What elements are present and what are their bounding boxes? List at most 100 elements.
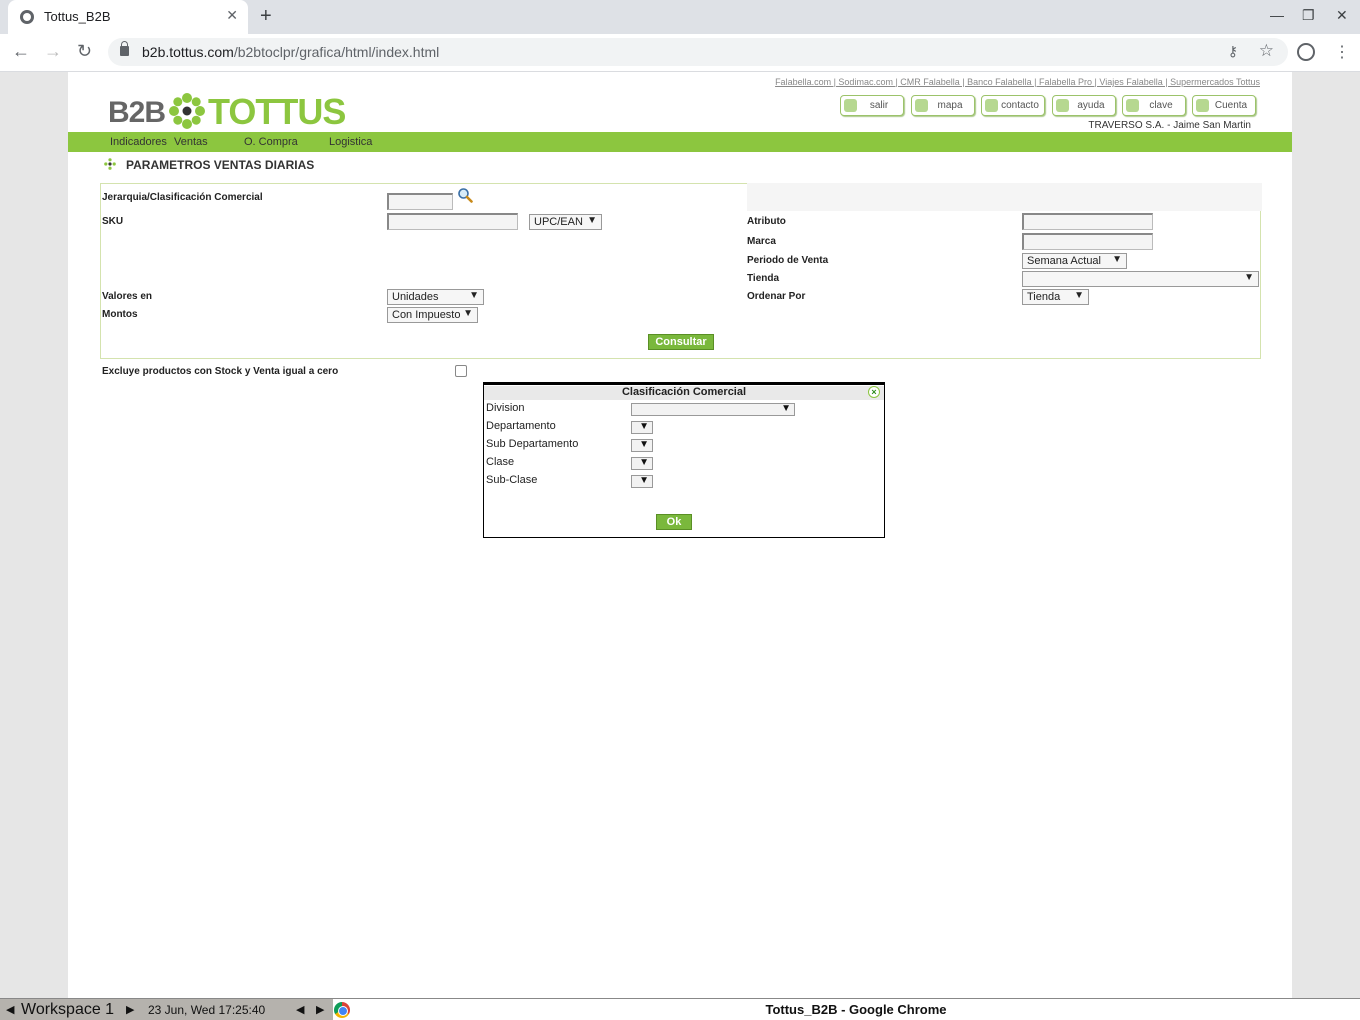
new-tab-icon[interactable]: + (260, 5, 272, 28)
restore-icon[interactable]: ❐ (1302, 7, 1315, 24)
dialog-title: Clasificación Comercial (484, 386, 884, 400)
ayuda-button[interactable]: ayuda (1052, 95, 1116, 116)
montos-select[interactable]: Con Impuesto ▼ (387, 307, 478, 323)
chevron-down-icon: ▼ (1074, 290, 1084, 301)
url-host: b2b.tottus.com (142, 44, 234, 60)
marca-label: Marca (747, 236, 776, 247)
clase-select[interactable]: ▼ (631, 457, 653, 470)
workspace-panel: ◀ Workspace 1 ▶ 23 Jun, Wed 17:25:40 ◀ ▶ (0, 999, 333, 1020)
tienda-select[interactable]: ▼ (1022, 271, 1259, 287)
window-title[interactable]: Tottus_B2B - Google Chrome (352, 1002, 1360, 1017)
jerarquia-label: Jerarquia/Clasificación Comercial (102, 192, 263, 203)
forward-arrow-icon[interactable]: → (44, 41, 62, 62)
periodo-value: Semana Actual (1027, 255, 1101, 267)
subdepartamento-label: Sub Departamento (486, 438, 579, 450)
close-icon[interactable]: × (868, 386, 880, 398)
chevron-down-icon: ▼ (639, 475, 649, 486)
salir-button[interactable]: salir (840, 95, 904, 116)
taskbar: ◀ Workspace 1 ▶ 23 Jun, Wed 17:25:40 ◀ ▶… (0, 998, 1360, 1020)
exclude-label: Excluye productos con Stock y Venta igua… (102, 366, 339, 377)
subdepartamento-select[interactable]: ▼ (631, 439, 653, 452)
montos-value: Con Impuesto (392, 309, 461, 321)
browser-toolbar: ← → ↻ b2b.tottus.com/b2btoclpr/grafica/h… (0, 34, 1360, 72)
valores-select[interactable]: Unidades ▼ (387, 289, 484, 305)
close-tab-icon[interactable]: ✕ (226, 7, 238, 24)
chevron-down-icon: ▼ (639, 439, 649, 450)
exclude-checkbox[interactable] (455, 365, 467, 377)
periodo-select[interactable]: Semana Actual ▼ (1022, 253, 1127, 269)
valores-label: Valores en (102, 291, 153, 302)
salir-label: salir (869, 100, 889, 111)
sku-input[interactable] (387, 213, 518, 230)
chevron-down-icon: ▼ (1112, 254, 1122, 265)
clasificacion-dialog: Clasificación Comercial × Division ▼ Dep… (483, 382, 885, 538)
next-window-icon[interactable]: ▶ (316, 1003, 324, 1016)
chevron-down-icon: ▼ (587, 215, 597, 226)
nav-item-logistica[interactable]: Logistica (329, 136, 372, 148)
nav-item-indicadores[interactable]: Indicadores (110, 136, 167, 148)
tab-title: Tottus_B2B (44, 9, 111, 24)
key-icon[interactable]: ⚷ (1228, 43, 1238, 60)
chevron-down-icon: ▼ (781, 403, 791, 414)
cuenta-button[interactable]: Cuenta (1192, 95, 1256, 116)
flower-bullet-icon (104, 158, 116, 170)
ok-button[interactable]: Ok (656, 514, 692, 530)
division-label: Division (486, 402, 525, 414)
ordenar-value: Tienda (1027, 291, 1061, 303)
logo-b2b: B2B (108, 96, 166, 129)
ordenar-label: Ordenar Por (747, 291, 806, 302)
departamento-label: Departamento (486, 420, 556, 432)
atributo-label: Atributo (747, 216, 786, 227)
subclase-select[interactable]: ▼ (631, 475, 653, 488)
jerarquia-input[interactable] (387, 193, 453, 210)
partner-links[interactable]: Falabella.com | Sodimac.com | CMR Falabe… (775, 77, 1260, 87)
division-select[interactable]: ▼ (631, 403, 795, 416)
marca-input[interactable] (1022, 233, 1153, 250)
browser-tab[interactable]: Tottus_B2B ✕ (8, 0, 248, 34)
clase-label: Clase (486, 456, 515, 468)
minimize-icon[interactable]: — (1270, 7, 1284, 23)
section-title: PARAMETROS VENTAS DIARIAS (126, 158, 315, 172)
chevron-down-icon: ▼ (463, 308, 473, 319)
prev-workspace-icon[interactable]: ◀ (6, 1003, 14, 1016)
clave-label: clave (1149, 100, 1173, 111)
next-workspace-icon[interactable]: ▶ (126, 1003, 134, 1016)
mapa-label: mapa (937, 100, 963, 111)
prev-window-icon[interactable]: ◀ (296, 1003, 304, 1016)
form-top-border (101, 183, 747, 184)
tottus-flower-icon (169, 93, 205, 129)
cuenta-label: Cuenta (1214, 100, 1248, 111)
search-icon[interactable] (457, 187, 473, 203)
window-close-icon[interactable]: ✕ (1336, 7, 1348, 24)
nav-item-ventas[interactable]: Ventas (174, 136, 208, 148)
chevron-down-icon: ▼ (1244, 272, 1254, 283)
chevron-down-icon: ▼ (639, 421, 649, 432)
back-arrow-icon[interactable]: ← (12, 41, 30, 62)
menu-dots-icon[interactable]: ⋮ (1334, 42, 1350, 62)
departamento-select[interactable]: ▼ (631, 421, 653, 434)
ordenar-select[interactable]: Tienda ▼ (1022, 289, 1089, 305)
mapa-button[interactable]: mapa (911, 95, 975, 116)
globe-icon (20, 10, 34, 24)
reload-icon[interactable]: ↻ (77, 41, 92, 62)
profile-icon[interactable] (1297, 43, 1315, 61)
tab-strip: Tottus_B2B ✕ + — ❐ ✕ (0, 0, 1360, 34)
montos-label: Montos (102, 309, 138, 320)
user-info: TRAVERSO S.A. - Jaime San Martin (1088, 120, 1251, 131)
address-bar[interactable]: b2b.tottus.com/b2btoclpr/grafica/html/in… (108, 38, 1288, 66)
url-path: /b2btoclpr/grafica/html/index.html (233, 44, 440, 60)
sku-type-value: UPC/EAN (534, 216, 583, 228)
bookmark-star-icon[interactable]: ☆ (1259, 41, 1274, 61)
atributo-input[interactable] (1022, 213, 1153, 230)
nav-item-ocompra[interactable]: O. Compra (244, 136, 298, 148)
subclase-label: Sub-Clase (486, 474, 538, 486)
consultar-button[interactable]: Consultar (648, 334, 714, 350)
sku-label: SKU (102, 216, 124, 227)
clock: 23 Jun, Wed 17:25:40 (148, 1003, 266, 1017)
clave-button[interactable]: clave (1122, 95, 1186, 116)
workspace-label[interactable]: Workspace 1 (21, 1001, 114, 1019)
sku-type-select[interactable]: UPC/EAN ▼ (529, 214, 602, 230)
chevron-down-icon: ▼ (639, 457, 649, 468)
periodo-label: Periodo de Venta (747, 255, 829, 266)
contacto-button[interactable]: contacto (981, 95, 1045, 116)
